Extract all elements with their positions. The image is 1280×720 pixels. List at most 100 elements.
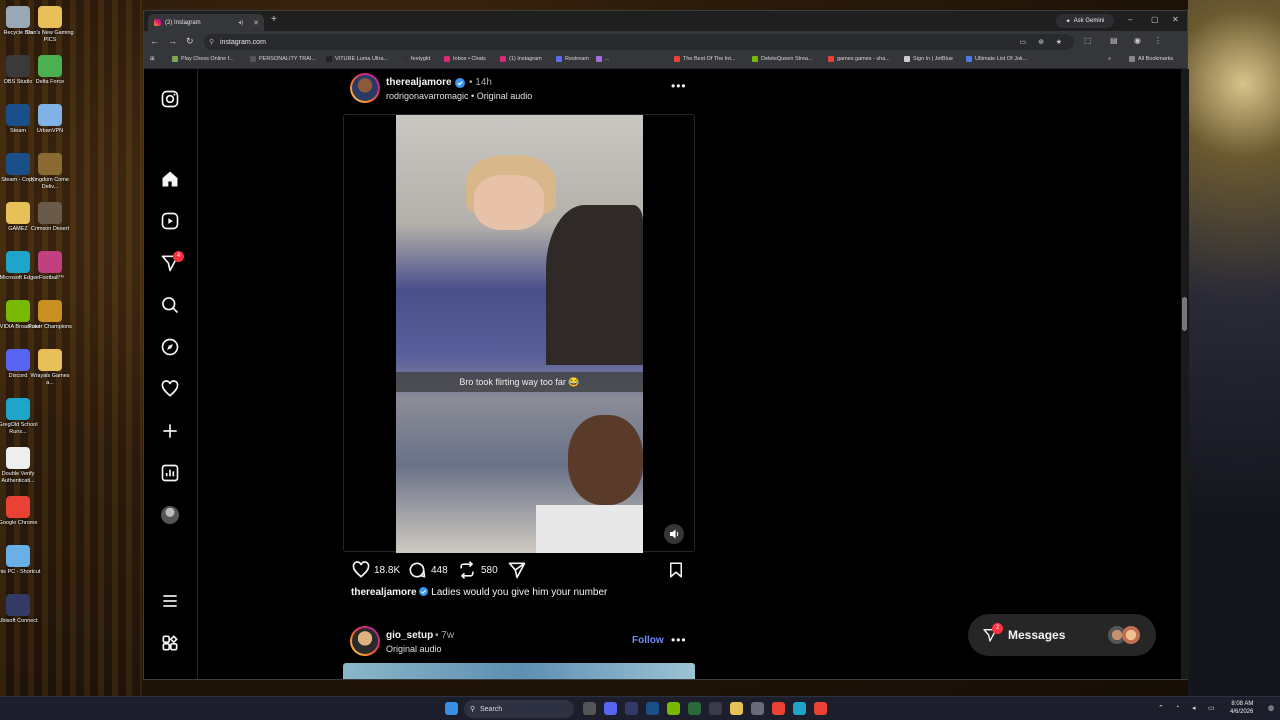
desktop-icon[interactable]: Double Verify Authenticati... [0,447,42,485]
volume-icon[interactable]: ◂ [1192,704,1196,712]
next-post-audio[interactable]: Original audio [386,644,442,654]
home-icon[interactable] [160,169,180,189]
desktop-icon[interactable]: Dan's New Gaming PICS [26,6,74,44]
forward-icon[interactable]: → [168,36,177,46]
profile-icon[interactable]: ◉ [1134,36,1141,45]
tray-overflow-icon[interactable]: ⌃ [1158,704,1164,712]
next-post-avatar[interactable] [350,626,380,656]
desktop-icon[interactable]: Crimson Desert [26,202,74,233]
steam-taskbar-icon[interactable] [646,702,659,715]
desktop-icon[interactable]: Poker Champions [26,300,74,331]
save-bookmark-icon[interactable] [667,560,685,580]
bookmark-item[interactable]: (1) Instagram [500,56,542,62]
post-video[interactable]: Bro took flirting way too far 😂 [343,114,695,553]
more-apps-icon[interactable] [160,633,180,653]
xbox-taskbar-icon[interactable] [688,702,701,715]
bookmark-item[interactable]: VITURE Luma Ultra... [326,56,388,62]
address-bar[interactable]: ⚲ instagram.com ▭ ⊕ ★ [204,34,1074,50]
wifi-icon[interactable]: ◔ [1175,704,1179,711]
zoom-icon[interactable]: ⊕ [1038,38,1044,46]
bookmark-item[interactable]: Play Chess Online f... [172,56,234,62]
repost-count[interactable]: 580 [481,565,498,576]
post-author-avatar[interactable] [350,73,380,103]
bookmark-item[interactable]: PERSONALITY TRAI... [250,56,316,62]
desktop-icon[interactable]: eFootball™ [26,251,74,282]
share-icon[interactable] [507,560,527,580]
tab-instagram[interactable]: (2) Instagram ◂) ✕ [148,14,264,31]
desktop-icon[interactable]: Kingdom Come Deliv... [26,153,74,191]
minimize-icon[interactable]: – [1128,15,1132,24]
reload-icon[interactable]: ↻ [186,36,194,47]
desktop-icon[interactable]: GregOld School Runs... [0,398,42,436]
chrome-taskbar-icon[interactable] [772,702,785,715]
cast-icon[interactable]: ▭ [1019,38,1026,46]
next-post-options-icon[interactable]: ••• [671,633,687,647]
file-explorer-taskbar-icon[interactable] [730,702,743,715]
task-view-icon[interactable] [583,702,596,715]
search-icon[interactable] [160,295,180,315]
apps-icon[interactable]: ⊞ [150,56,155,62]
battery-icon[interactable]: ▭ [1208,704,1215,712]
edge-taskbar-icon[interactable] [793,702,806,715]
mute-button[interactable] [664,524,684,544]
next-post-media[interactable] [343,663,695,679]
explore-icon[interactable] [160,337,180,357]
bookmark-item[interactable]: The Best Of The Int... [674,56,735,62]
bookmark-item[interactable]: DeleteQueen Strea... [752,56,813,62]
audio-icon[interactable]: ◂) [238,19,243,26]
desktop-icon[interactable]: Delta Force [26,55,74,86]
hamburger-menu-icon[interactable] [160,591,180,611]
post-options-icon[interactable]: ••• [671,79,687,93]
chrome-alt-taskbar-icon[interactable] [814,702,827,715]
comment-icon[interactable] [407,560,427,580]
desktop-icon[interactable]: Google Chrome [0,496,42,527]
follow-button[interactable]: Follow [632,635,664,646]
heart-icon[interactable] [160,379,180,399]
like-count[interactable]: 18.8K [374,565,400,576]
nvidia-taskbar-icon[interactable] [667,702,680,715]
notification-icon[interactable]: ◍ [1268,704,1274,712]
new-tab-button[interactable]: + [271,14,277,25]
notepad-taskbar-icon[interactable] [751,702,764,715]
ubisoft-taskbar-icon[interactable] [625,702,638,715]
sidepanel-icon[interactable]: ▤ [1110,36,1118,45]
bookmark-item[interactable]: Sign In | JetBlue [904,56,953,62]
comment-count[interactable]: 448 [431,565,448,576]
taskbar-clock[interactable]: 8:08 AM 4/6/2026 [1230,700,1253,716]
desktop-icon[interactable]: UrbanVPN [26,104,74,135]
bookmark-item[interactable]: games games - sha... [828,56,890,62]
bookmark-item[interactable]: Restream [556,56,589,62]
close-tab-icon[interactable]: ✕ [253,19,259,27]
bookmark-item[interactable]: Inbox • Chats [444,56,486,62]
close-window-icon[interactable]: ✕ [1172,15,1179,24]
repost-icon[interactable] [457,560,477,580]
reels-icon[interactable] [160,211,180,231]
bookmark-item[interactable]: ... [596,56,610,62]
scrollbar-thumb[interactable] [1182,297,1187,331]
video-frame[interactable]: Bro took flirting way too far 😂 [396,115,643,553]
post-audio[interactable]: rodrigonavarromagic • Original audio [386,91,532,101]
site-info-icon[interactable]: ⚲ [209,38,214,46]
page-scrollbar[interactable] [1181,69,1189,679]
desktop-icon[interactable]: Ubisoft Connect [0,594,42,625]
start-icon[interactable] [445,702,458,715]
next-post-username[interactable]: gio_setup [386,630,433,641]
more-bookmarks-icon[interactable]: » [1108,56,1111,62]
desktop-icon[interactable]: Wrayals Games a... [26,349,74,387]
extensions-icon[interactable]: ⬚ [1084,36,1092,45]
profile-avatar[interactable] [161,506,179,524]
menu-kebab-icon[interactable]: ⋮ [1154,36,1162,45]
bookmark-item[interactable]: Ultimate List Of Jok... [966,56,1027,62]
caption-username[interactable]: therealjamore [351,587,417,598]
bookmark-item[interactable]: feetygkt [402,56,430,62]
create-plus-icon[interactable] [160,421,180,441]
taskbar-search[interactable]: ⚲ Search [464,700,574,718]
like-heart-icon[interactable] [351,560,371,580]
bookmark-star-icon[interactable]: ★ [1056,38,1062,46]
messages-button[interactable]: 2 Messages [968,614,1156,656]
dashboard-icon[interactable] [160,463,180,483]
post-username[interactable]: therealjamore [386,77,452,88]
ask-gemini-button[interactable]: ✦ Ask Gemini [1056,14,1114,28]
desktop-icon[interactable]: This PC - Shortcut [0,545,42,576]
discord-taskbar-icon[interactable] [604,702,617,715]
